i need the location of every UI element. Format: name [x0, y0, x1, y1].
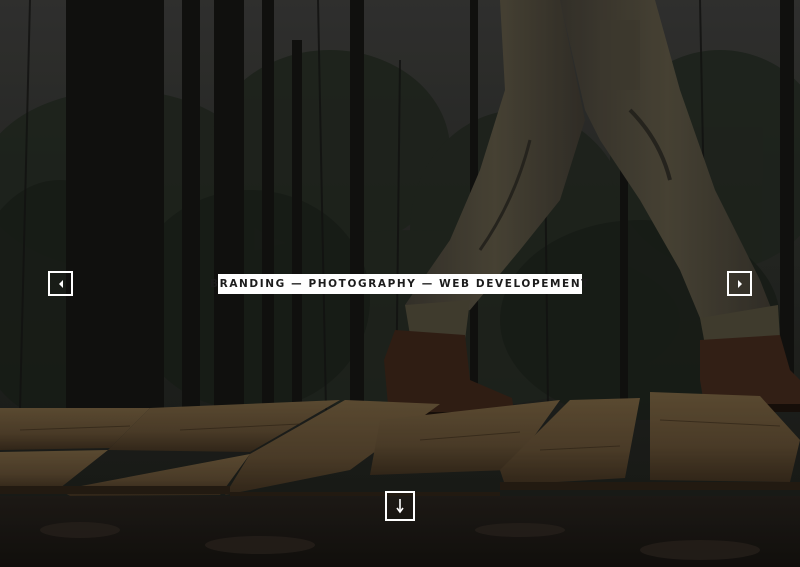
hero-section: BRANDING — PHOTOGRAPHY — WEB DEVELOPEMEN…: [0, 0, 800, 567]
slider-next-button[interactable]: [727, 271, 752, 296]
caret-left-icon: [58, 279, 63, 288]
caret-right-icon: [737, 279, 742, 288]
hero-tagline: BRANDING — PHOTOGRAPHY — WEB DEVELOPEMEN…: [210, 274, 588, 294]
scroll-down-button[interactable]: [385, 491, 415, 521]
hero-tagline-text: BRANDING — PHOTOGRAPHY — WEB DEVELOPEMEN…: [210, 278, 590, 290]
arrow-down-icon: [396, 499, 404, 514]
slider-prev-button[interactable]: [48, 271, 73, 296]
